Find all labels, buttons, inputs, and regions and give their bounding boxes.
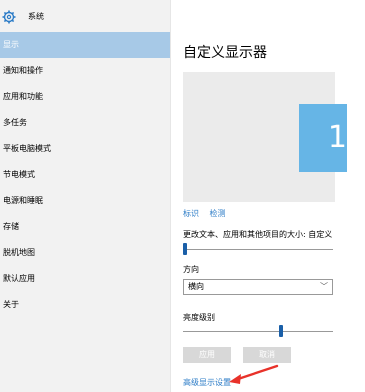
- sidebar-item-display[interactable]: 显示: [0, 32, 170, 58]
- scale-slider-thumb[interactable]: [183, 243, 187, 255]
- brightness-slider-thumb[interactable]: [279, 325, 283, 337]
- sidebar-item-apps[interactable]: 应用和功能: [0, 84, 170, 110]
- detect-link[interactable]: 检测: [210, 209, 226, 218]
- sidebar-item-default-apps[interactable]: 默认应用: [0, 266, 170, 292]
- scale-slider[interactable]: [183, 243, 333, 255]
- advanced-display-settings-link[interactable]: 高级显示设置: [183, 377, 231, 388]
- sidebar-item-power-sleep[interactable]: 电源和睡眠: [0, 188, 170, 214]
- chevron-down-icon: ﹀: [320, 282, 328, 291]
- red-arrow-annotation: [229, 364, 279, 384]
- settings-section-title: 系统: [28, 12, 44, 21]
- sidebar-item-notifications[interactable]: 通知和操作: [0, 58, 170, 84]
- brightness-label: 亮度级别: [183, 313, 215, 322]
- sidebar: 系统 显示 通知和操作 应用和功能 多任务 平板电脑模式 节电模式 电源和睡眠 …: [0, 0, 171, 392]
- sidebar-item-multitasking[interactable]: 多任务: [0, 110, 170, 136]
- display-preview: 1: [183, 72, 347, 202]
- sidebar-item-tablet-mode[interactable]: 平板电脑模式: [0, 136, 170, 162]
- page-title: 自定义显示器: [183, 45, 267, 61]
- apply-button[interactable]: 应用: [183, 347, 231, 363]
- sidebar-item-storage[interactable]: 存储: [0, 214, 170, 240]
- sidebar-item-battery-saver[interactable]: 节电模式: [0, 162, 170, 188]
- sidebar-item-about[interactable]: 关于: [0, 292, 170, 318]
- scale-label: 更改文本、应用和其他项目的大小: 自定义: [183, 230, 333, 239]
- identify-link[interactable]: 标识: [183, 209, 199, 218]
- orientation-dropdown[interactable]: 横向 ﹀: [183, 279, 333, 295]
- sidebar-header: 系统: [0, 0, 170, 32]
- orientation-label: 方向: [183, 265, 199, 274]
- preview-links: 标识 检测: [183, 208, 234, 219]
- orientation-value: 横向: [188, 282, 204, 291]
- brightness-slider[interactable]: [183, 325, 333, 337]
- monitor-tile[interactable]: 1: [299, 104, 347, 172]
- sidebar-item-offline-maps[interactable]: 脱机地图: [0, 240, 170, 266]
- main-panel: 自定义显示器 1 标识 检测 更改文本、应用和其他项目的大小: 自定义 方向 横…: [171, 0, 365, 392]
- gear-icon[interactable]: [2, 9, 16, 24]
